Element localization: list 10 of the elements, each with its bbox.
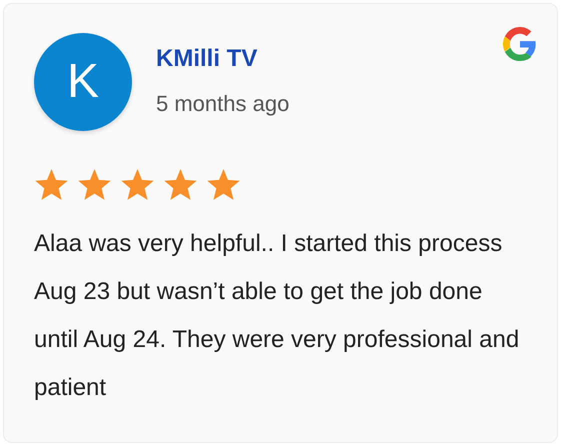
review-time: 5 months ago — [156, 93, 290, 115]
star-icon — [34, 169, 69, 202]
star-icon — [206, 169, 241, 202]
review-text: Alaa was very helpful.. I started this process Aug 23 but wasn’t able to get the job done until Aug 24. They were very professional and patient — [34, 229, 520, 403]
avatar: K — [34, 33, 132, 131]
author-name[interactable]: KMilli TV — [156, 47, 290, 71]
star-icon — [163, 169, 198, 202]
google-logo-icon — [503, 27, 537, 61]
star-icon — [120, 169, 155, 202]
star-icon — [77, 169, 112, 202]
